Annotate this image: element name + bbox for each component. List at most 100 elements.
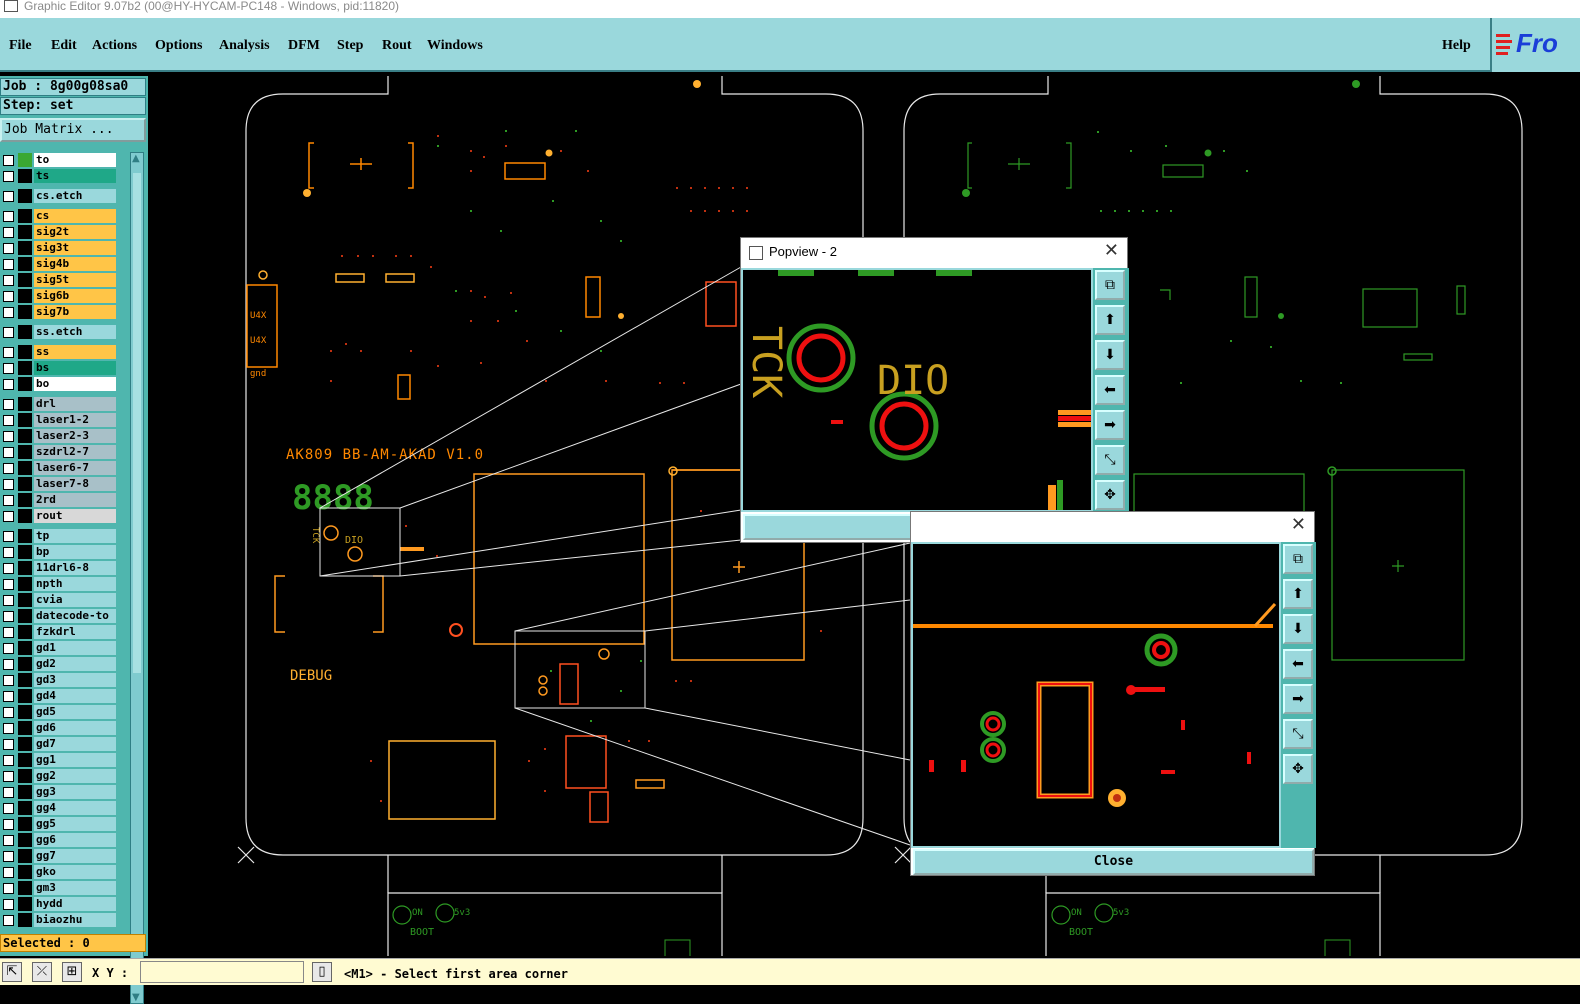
- layer-name[interactable]: hydd: [34, 897, 116, 911]
- layer-name[interactable]: gko: [34, 865, 116, 879]
- layer-row-gm3[interactable]: gm3: [0, 880, 118, 896]
- layer-color-swatch[interactable]: [18, 325, 32, 339]
- layer-color-swatch[interactable]: [18, 817, 32, 831]
- layer-row-gd5[interactable]: gd5: [0, 704, 118, 720]
- layer-color-swatch[interactable]: [18, 493, 32, 507]
- layer-name[interactable]: gg1: [34, 753, 116, 767]
- layer-color-swatch[interactable]: [18, 561, 32, 575]
- layer-checkbox[interactable]: [3, 531, 14, 542]
- layer-checkbox[interactable]: [3, 803, 14, 814]
- layer-color-swatch[interactable]: [18, 897, 32, 911]
- layer-checkbox[interactable]: [3, 579, 14, 590]
- layer-name[interactable]: npth: [34, 577, 116, 591]
- layer-checkbox[interactable]: [3, 479, 14, 490]
- layer-name[interactable]: sig7b: [34, 305, 116, 319]
- layer-name[interactable]: 2rd: [34, 493, 116, 507]
- layer-color-swatch[interactable]: [18, 753, 32, 767]
- layer-scrollbar[interactable]: ▲ ▼: [130, 152, 144, 1004]
- layer-name[interactable]: gd2: [34, 657, 116, 671]
- layer-row-gd4[interactable]: gd4: [0, 688, 118, 704]
- layer-name[interactable]: ss: [34, 345, 116, 359]
- layer-checkbox[interactable]: [3, 707, 14, 718]
- layer-color-swatch[interactable]: [18, 833, 32, 847]
- layer-checkbox[interactable]: [3, 431, 14, 442]
- layer-color-swatch[interactable]: [18, 865, 32, 879]
- layer-color-swatch[interactable]: [18, 189, 32, 203]
- popview-3-zoom-out-icon[interactable]: ✥: [1283, 754, 1313, 784]
- menu-dfm[interactable]: DFM: [288, 38, 320, 54]
- popview-2-pan-down-icon[interactable]: ⬇: [1095, 340, 1125, 370]
- layer-name[interactable]: laser1-2: [34, 413, 116, 427]
- layer-color-swatch[interactable]: [18, 721, 32, 735]
- snap-icon[interactable]: ▯: [312, 962, 332, 982]
- popview-2-close-icon[interactable]: ✕: [1104, 240, 1119, 261]
- layer-row-laser6-7[interactable]: laser6-7: [0, 460, 118, 476]
- popview-2-view[interactable]: DIO TCK: [741, 268, 1093, 512]
- layer-color-swatch[interactable]: [18, 673, 32, 687]
- layer-color-swatch[interactable]: [18, 241, 32, 255]
- layer-row-fzkdrl[interactable]: fzkdrl: [0, 624, 118, 640]
- layer-row-laser2-3[interactable]: laser2-3: [0, 428, 118, 444]
- layer-name[interactable]: tp: [34, 529, 116, 543]
- layer-row-ss.etch[interactable]: ss.etch: [0, 324, 118, 340]
- menu-step[interactable]: Step: [337, 38, 363, 54]
- layer-checkbox[interactable]: [3, 851, 14, 862]
- scroll-up-icon[interactable]: ▲: [132, 153, 140, 164]
- layer-color-swatch[interactable]: [18, 413, 32, 427]
- layer-row-sig3t[interactable]: sig3t: [0, 240, 118, 256]
- layer-name[interactable]: laser6-7: [34, 461, 116, 475]
- layer-name[interactable]: gd5: [34, 705, 116, 719]
- layer-name[interactable]: sig6b: [34, 289, 116, 303]
- layer-row-gd2[interactable]: gd2: [0, 656, 118, 672]
- layer-row-gg7[interactable]: gg7: [0, 848, 118, 864]
- layer-name[interactable]: cvia: [34, 593, 116, 607]
- popview-3-pan-right-icon[interactable]: ➡: [1283, 684, 1313, 714]
- layer-name[interactable]: to: [34, 153, 116, 167]
- layer-name[interactable]: 11drl6-8: [34, 561, 116, 575]
- layer-row-sig2t[interactable]: sig2t: [0, 224, 118, 240]
- layer-checkbox[interactable]: [3, 691, 14, 702]
- layer-checkbox[interactable]: [3, 259, 14, 270]
- layer-color-swatch[interactable]: [18, 429, 32, 443]
- layer-row-to[interactable]: to: [0, 152, 118, 168]
- layer-row-2rd[interactable]: 2rd: [0, 492, 118, 508]
- layer-color-swatch[interactable]: [18, 689, 32, 703]
- layer-color-swatch[interactable]: [18, 769, 32, 783]
- layer-checkbox[interactable]: [3, 495, 14, 506]
- layer-checkbox[interactable]: [3, 171, 14, 182]
- layer-row-drl[interactable]: drl: [0, 396, 118, 412]
- layer-color-swatch[interactable]: [18, 737, 32, 751]
- layer-name[interactable]: drl: [34, 397, 116, 411]
- menu-rout[interactable]: Rout: [382, 38, 412, 54]
- popview-3-zoom-home-icon[interactable]: ⧉: [1283, 544, 1313, 574]
- popview-2-zoom-home-icon[interactable]: ⧉: [1095, 270, 1125, 300]
- layer-checkbox[interactable]: [3, 327, 14, 338]
- layer-checkbox[interactable]: [3, 611, 14, 622]
- popview-3-zoom-in-icon[interactable]: ⤡: [1283, 719, 1313, 749]
- layer-checkbox[interactable]: [3, 643, 14, 654]
- layer-name[interactable]: bp: [34, 545, 116, 559]
- layer-checkbox[interactable]: [3, 675, 14, 686]
- layer-name[interactable]: laser7-8: [34, 477, 116, 491]
- layer-name[interactable]: szdrl2-7: [34, 445, 116, 459]
- layer-row-gko[interactable]: gko: [0, 864, 118, 880]
- layer-color-swatch[interactable]: [18, 849, 32, 863]
- layer-row-sig6b[interactable]: sig6b: [0, 288, 118, 304]
- menu-edit[interactable]: Edit: [51, 38, 77, 54]
- layer-row-laser1-2[interactable]: laser1-2: [0, 412, 118, 428]
- layer-name[interactable]: fzkdrl: [34, 625, 116, 639]
- layer-row-gd6[interactable]: gd6: [0, 720, 118, 736]
- layer-name[interactable]: cs.etch: [34, 189, 116, 203]
- layer-name[interactable]: laser2-3: [34, 429, 116, 443]
- layer-row-gd7[interactable]: gd7: [0, 736, 118, 752]
- layer-row-hydd[interactable]: hydd: [0, 896, 118, 912]
- layer-name[interactable]: sig4b: [34, 257, 116, 271]
- layer-checkbox[interactable]: [3, 771, 14, 782]
- layer-color-swatch[interactable]: [18, 529, 32, 543]
- layer-row-sig5t[interactable]: sig5t: [0, 272, 118, 288]
- layer-color-swatch[interactable]: [18, 257, 32, 271]
- layer-name[interactable]: cs: [34, 209, 116, 223]
- job-matrix-button[interactable]: Job Matrix ...: [0, 118, 146, 142]
- layer-checkbox[interactable]: [3, 379, 14, 390]
- menu-options[interactable]: Options: [155, 38, 202, 54]
